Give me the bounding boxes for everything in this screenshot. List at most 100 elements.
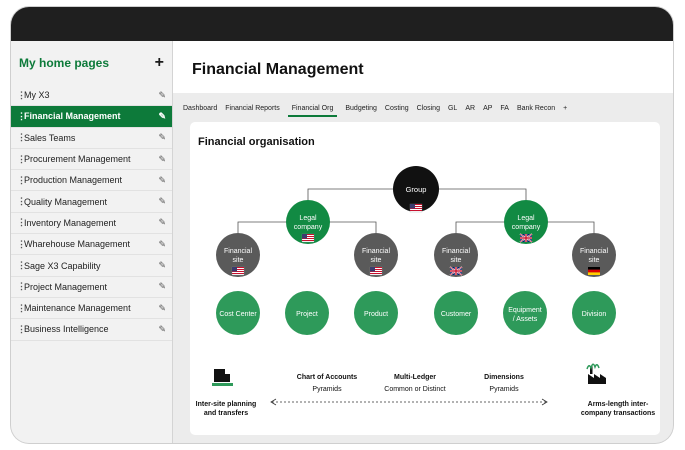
tab[interactable]: Dashboard bbox=[183, 103, 217, 115]
tab[interactable]: Financial Org bbox=[287, 103, 338, 117]
inter-site-label: and transfers bbox=[204, 410, 248, 417]
sidebar-item[interactable]: ⋮ My X3 ✎ bbox=[11, 85, 172, 107]
sidebar-item[interactable]: ⋮ Project Management ✎ bbox=[11, 276, 172, 298]
tab[interactable]: AP bbox=[483, 103, 492, 115]
tab[interactable]: Bank Recon bbox=[517, 103, 555, 115]
sidebar-item[interactable]: ⋮ Sage X3 Capability ✎ bbox=[11, 255, 172, 277]
main-content: Financial Management Dashboard Financial … bbox=[173, 41, 673, 443]
legal-label: company bbox=[512, 224, 541, 231]
feature-title: Dimensions bbox=[484, 374, 524, 381]
site-label: site bbox=[589, 257, 600, 264]
drag-handle-icon[interactable]: ⋮ bbox=[17, 111, 26, 122]
tab[interactable]: AR bbox=[465, 103, 475, 115]
pencil-icon[interactable]: ✎ bbox=[158, 281, 166, 292]
arms-length-label: company transactions bbox=[581, 410, 655, 417]
site-label: site bbox=[371, 257, 382, 264]
inter-site-label: Inter-site planning bbox=[196, 401, 257, 408]
tab[interactable]: FA bbox=[500, 103, 509, 115]
page-title: Financial Management bbox=[192, 61, 364, 78]
sidebar-item-label: Inventory Management bbox=[24, 217, 117, 228]
sidebar-item-label: Quality Management bbox=[24, 196, 108, 207]
app-window: My home pages + ⋮ My X3 ✎ ⋮ Financial Manage… bbox=[11, 7, 673, 443]
factory-icon bbox=[588, 374, 606, 384]
pencil-icon[interactable]: ✎ bbox=[158, 132, 166, 143]
flag-stripe bbox=[232, 273, 244, 274]
drag-handle-icon[interactable]: ⋮ bbox=[17, 132, 26, 143]
smoke-icon bbox=[586, 363, 600, 371]
de-flag-icon bbox=[588, 267, 600, 270]
sidebar-item[interactable]: ⋮ Sales Teams ✎ bbox=[11, 127, 172, 149]
feature-subtitle: Pyramids bbox=[312, 386, 342, 393]
tab[interactable]: GL bbox=[448, 103, 457, 115]
flag-part bbox=[520, 237, 532, 239]
drag-handle-icon[interactable]: ⋮ bbox=[17, 175, 26, 186]
pencil-icon[interactable]: ✎ bbox=[158, 111, 166, 122]
flag-canton bbox=[232, 267, 237, 272]
sidebar-item[interactable]: ⋮ Financial Management ✎ bbox=[11, 106, 172, 128]
legal-label: company bbox=[294, 224, 323, 231]
site-label: Financial bbox=[580, 248, 608, 255]
sidebar-item[interactable]: ⋮ Quality Management ✎ bbox=[11, 191, 172, 213]
sidebar-item[interactable]: ⋮ Wharehouse Management ✎ bbox=[11, 234, 172, 256]
flag-canton bbox=[370, 267, 375, 272]
drag-handle-icon[interactable]: ⋮ bbox=[17, 90, 26, 101]
tab[interactable]: Closing bbox=[417, 103, 440, 115]
org-chart: Group Legal company Legal company Financial si… bbox=[196, 166, 655, 417]
page-header: Financial Management bbox=[173, 41, 673, 93]
sidebar-item-label: Procurement Management bbox=[24, 154, 131, 165]
flag-stripe bbox=[370, 273, 382, 274]
dimension-label: Division bbox=[582, 311, 607, 318]
plus-icon[interactable]: + bbox=[155, 55, 164, 71]
pencil-icon[interactable]: ✎ bbox=[158, 303, 166, 314]
sidebar-list: ⋮ My X3 ✎ ⋮ Financial Management ✎ ⋮ Sales Team… bbox=[11, 85, 172, 341]
pencil-icon[interactable]: ✎ bbox=[158, 154, 166, 165]
sidebar-item[interactable]: ⋮ Business Intelligence ✎ bbox=[11, 319, 172, 341]
legal-label: Legal bbox=[299, 215, 317, 222]
drag-handle-icon[interactable]: ⋮ bbox=[17, 217, 26, 228]
sidebar-title: My home pages bbox=[19, 56, 110, 70]
pencil-icon[interactable]: ✎ bbox=[158, 196, 166, 207]
dimension-label: Customer bbox=[441, 311, 472, 318]
dimension-label: / Assets bbox=[513, 316, 538, 323]
tab-bar: Dashboard Financial Reports Financial Org B… bbox=[183, 103, 575, 119]
tab[interactable]: Budgeting bbox=[345, 103, 377, 115]
drag-handle-icon[interactable]: ⋮ bbox=[17, 303, 26, 314]
pencil-icon[interactable]: ✎ bbox=[158, 90, 166, 101]
sidebar-item[interactable]: ⋮ Procurement Management ✎ bbox=[11, 148, 172, 171]
pencil-icon[interactable]: ✎ bbox=[158, 217, 166, 228]
site-label: site bbox=[233, 257, 244, 264]
tab[interactable]: + bbox=[563, 103, 567, 115]
sidebar-item-label: Production Management bbox=[24, 175, 123, 186]
sidebar-item[interactable]: ⋮ Production Management ✎ bbox=[11, 170, 172, 192]
flag-part bbox=[588, 269, 600, 273]
pencil-icon[interactable]: ✎ bbox=[158, 175, 166, 186]
group-label: Group bbox=[406, 185, 427, 194]
drag-handle-icon[interactable]: ⋮ bbox=[17, 196, 26, 207]
site-label: site bbox=[451, 257, 462, 264]
top-bar bbox=[11, 7, 673, 41]
dimension-label: Project bbox=[296, 311, 318, 318]
sidebar-item[interactable]: ⋮ Inventory Management ✎ bbox=[11, 212, 172, 235]
drag-handle-icon[interactable]: ⋮ bbox=[17, 260, 26, 271]
pencil-icon[interactable]: ✎ bbox=[158, 324, 166, 335]
tab[interactable]: Costing bbox=[385, 103, 409, 115]
sidebar-item-label: Financial Management bbox=[24, 111, 121, 122]
drag-handle-icon[interactable]: ⋮ bbox=[17, 154, 26, 165]
sidebar-item[interactable]: ⋮ Maintenance Management ✎ bbox=[11, 297, 172, 320]
sidebar-item-label: Project Management bbox=[24, 281, 108, 292]
site-label: Financial bbox=[442, 248, 470, 255]
sidebar-item-label: Business Intelligence bbox=[24, 324, 109, 335]
drag-handle-icon[interactable]: ⋮ bbox=[17, 239, 26, 250]
flag-stripe bbox=[302, 240, 314, 241]
site-label: Financial bbox=[362, 248, 390, 255]
pencil-icon[interactable]: ✎ bbox=[158, 239, 166, 250]
flag-canton bbox=[410, 204, 415, 209]
pencil-icon[interactable]: ✎ bbox=[158, 260, 166, 271]
feature-subtitle: Pyramids bbox=[489, 386, 519, 393]
dimension-label: Product bbox=[364, 311, 388, 318]
sidebar-item-label: Maintenance Management bbox=[24, 303, 131, 314]
drag-handle-icon[interactable]: ⋮ bbox=[17, 281, 26, 292]
drag-handle-icon[interactable]: ⋮ bbox=[17, 324, 26, 335]
tab[interactable]: Financial Reports bbox=[225, 103, 279, 115]
sidebar-item-label: Wharehouse Management bbox=[24, 239, 131, 250]
